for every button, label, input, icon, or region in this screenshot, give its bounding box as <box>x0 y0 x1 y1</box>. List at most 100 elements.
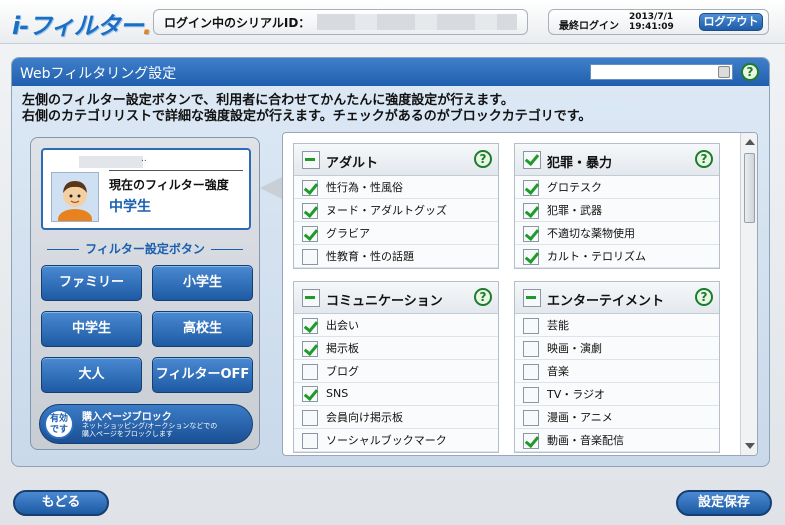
elementary-button[interactable]: 小学生 <box>152 265 253 301</box>
purchase-block-desc-line-1: ネットショッピング/オークションなどでの <box>82 422 218 430</box>
item-label: カルト・テロリズム <box>547 250 646 263</box>
category-header: コミュニケーション ? <box>294 282 498 314</box>
item-label: 性教育・性の話題 <box>326 250 414 263</box>
child-avatar-icon <box>52 173 98 229</box>
list-item[interactable]: 映画・演劇 <box>515 337 719 360</box>
back-button[interactable]: もどる <box>13 490 109 516</box>
category-toggle-checkbox[interactable] <box>302 289 320 307</box>
item-label: ブログ <box>326 365 359 378</box>
top-bar: i-フィルター. ログイン中のシリアルID： 最終ログイン 2013/7/1 1… <box>0 0 785 44</box>
category-toggle-checkbox[interactable] <box>523 151 541 169</box>
item-label: 音楽 <box>547 365 569 378</box>
logo-text: i-フィルター <box>12 12 144 40</box>
checkbox[interactable] <box>302 226 318 242</box>
list-item[interactable]: 芸能 <box>515 314 719 337</box>
category-header: 犯罪・暴力 ? <box>515 144 719 176</box>
help-icon[interactable]: ? <box>695 150 713 168</box>
search-icon[interactable] <box>718 66 730 78</box>
help-icon[interactable]: ? <box>741 63 759 81</box>
item-label: ソーシャルブックマーク <box>326 434 447 447</box>
list-item[interactable]: TV・ラジオ <box>515 383 719 406</box>
checkbox[interactable] <box>523 203 539 219</box>
checkbox[interactable] <box>302 203 318 219</box>
checkbox[interactable] <box>302 364 318 380</box>
list-item[interactable]: グラビア <box>294 222 498 245</box>
scroll-up-arrow-icon[interactable] <box>745 139 755 145</box>
list-item[interactable]: カルト・テロリズム <box>515 245 719 268</box>
list-item[interactable]: 動画・音楽配信 <box>515 429 719 452</box>
checkbox[interactable] <box>302 433 318 449</box>
list-item[interactable]: ソーシャルブックマーク <box>294 429 498 452</box>
adult-button[interactable]: 大人 <box>41 357 142 393</box>
filter-settings-panel: .. 現在のフィルター強度 中学生 フィルター設定ボタン ファミリー 小学生 中… <box>30 137 260 450</box>
list-item[interactable]: 音楽 <box>515 360 719 383</box>
checkbox[interactable] <box>302 249 318 265</box>
instruction-line-2: 右側のカテゴリリストで詳細な強度設定が行えます。チェックがあるのがブロックカテゴ… <box>22 109 592 124</box>
panel-header: Webフィルタリング設定 ? <box>12 58 769 86</box>
item-label: 性行為・性風俗 <box>326 181 403 194</box>
category-title: エンターテイメント <box>547 294 665 309</box>
checkbox[interactable] <box>302 180 318 196</box>
category-title: 犯罪・暴力 <box>547 156 613 171</box>
purchase-block-desc-line-2: 購入ページをブロックします <box>82 430 173 438</box>
scrollbar-thumb[interactable] <box>744 153 755 223</box>
item-label: グロテスク <box>547 181 602 194</box>
checkbox[interactable] <box>523 387 539 403</box>
item-label: 動画・音楽配信 <box>547 434 624 447</box>
category-scrollbar[interactable] <box>740 133 757 455</box>
scroll-down-arrow-icon[interactable] <box>745 443 755 449</box>
help-icon[interactable]: ? <box>474 288 492 306</box>
filter-buttons-title: フィルター設定ボタン <box>31 240 259 257</box>
purchase-block-button[interactable]: 有効 です 購入ページブロック ネットショッピング/オークションなどでの 購入ペ… <box>39 404 253 444</box>
list-item[interactable]: 掲示板 <box>294 337 498 360</box>
checkbox[interactable] <box>523 226 539 242</box>
list-item[interactable]: ヌード・アダルトグッズ <box>294 199 498 222</box>
list-item[interactable]: 犯罪・武器 <box>515 199 719 222</box>
last-login-label: 最終ログイン <box>559 21 619 32</box>
checkbox[interactable] <box>523 433 539 449</box>
list-item[interactable]: 性教育・性の話題 <box>294 245 498 268</box>
last-login-box: 最終ログイン 2013/7/1 19:41:09 ログアウト <box>548 9 769 35</box>
list-item[interactable]: グロテスク <box>515 176 719 199</box>
app-logo: i-フィルター. <box>12 6 152 41</box>
item-label: 映画・演劇 <box>547 342 602 355</box>
search-input[interactable] <box>590 64 733 80</box>
help-icon[interactable]: ? <box>695 288 713 306</box>
category-toggle-checkbox[interactable] <box>302 151 320 169</box>
category-toggle-checkbox[interactable] <box>523 289 541 307</box>
list-item[interactable]: 漫画・アニメ <box>515 406 719 429</box>
purchase-block-desc: ネットショッピング/オークションなどでの 購入ページをブロックします <box>82 422 217 438</box>
list-item[interactable]: 性行為・性風俗 <box>294 176 498 199</box>
save-settings-button[interactable]: 設定保存 <box>676 490 772 516</box>
list-item[interactable]: ブログ <box>294 360 498 383</box>
high-school-button[interactable]: 高校生 <box>152 311 253 347</box>
list-item[interactable]: 不適切な薬物使用 <box>515 222 719 245</box>
checkbox[interactable] <box>523 318 539 334</box>
purchase-block-status-badge: 有効 です <box>44 409 74 439</box>
item-label: ヌード・アダルトグッズ <box>326 204 447 217</box>
family-button[interactable]: ファミリー <box>41 265 142 301</box>
list-item[interactable]: 会員向け掲示板 <box>294 406 498 429</box>
filter-off-button[interactable]: フィルターOFF <box>152 357 253 393</box>
current-divider <box>109 170 243 171</box>
list-item[interactable]: SNS <box>294 383 498 406</box>
serial-id-masked-value <box>317 14 517 30</box>
junior-high-button[interactable]: 中学生 <box>41 311 142 347</box>
checkbox[interactable] <box>523 364 539 380</box>
checkbox[interactable] <box>302 318 318 334</box>
checkbox[interactable] <box>523 180 539 196</box>
checkbox[interactable] <box>302 341 318 357</box>
checkbox[interactable] <box>302 410 318 426</box>
help-icon[interactable]: ? <box>474 150 492 168</box>
checkbox[interactable] <box>302 386 318 402</box>
checkbox[interactable] <box>523 410 539 426</box>
list-item[interactable]: 出会い <box>294 314 498 337</box>
logout-button[interactable]: ログアウト <box>699 13 763 31</box>
checkbox[interactable] <box>523 249 539 265</box>
badge-line-2: です <box>49 425 68 435</box>
current-user-dots: .. <box>141 154 147 164</box>
category-adult: アダルト ? 性行為・性風俗 ヌード・アダルトグッズ グラビア 性教育・性の話題 <box>293 143 499 269</box>
category-header: アダルト ? <box>294 144 498 176</box>
checkbox[interactable] <box>523 341 539 357</box>
pointer-arrow <box>260 176 284 200</box>
